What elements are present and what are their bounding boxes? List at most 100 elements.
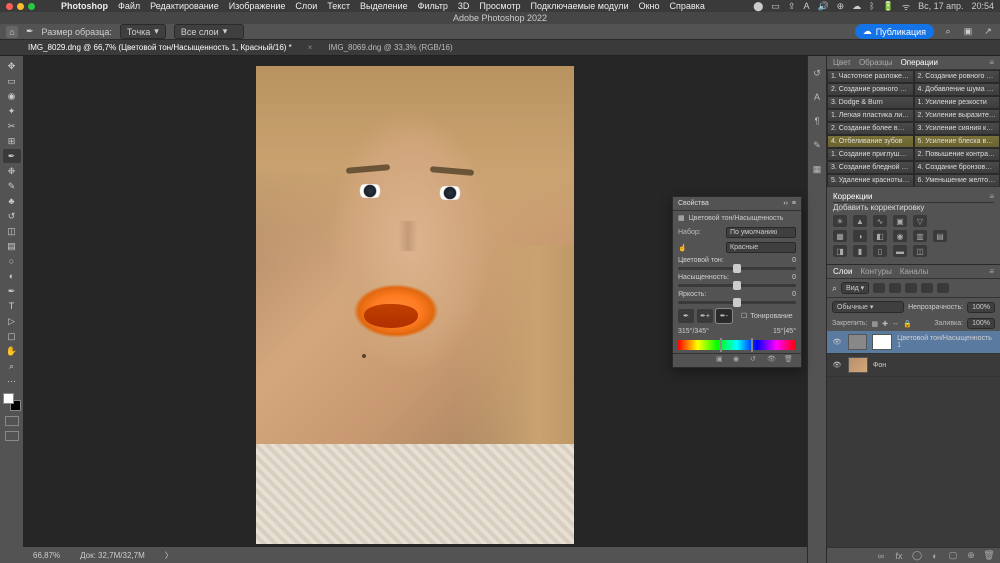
lock-pixels-icon[interactable]: ▦ (871, 320, 878, 328)
eyedropper-add-icon[interactable]: ✒+ (697, 309, 713, 323)
tab-channels[interactable]: Каналы (900, 267, 928, 276)
menu-filter[interactable]: Фильтр (418, 1, 448, 11)
finger-icon[interactable]: ☝ (678, 244, 722, 252)
adj-balance-icon[interactable]: ◑ (853, 230, 867, 242)
type-tool-icon[interactable]: T (3, 299, 21, 313)
sample-layers-select[interactable]: Все слои▾ (174, 24, 244, 39)
adj-invert-icon[interactable]: ◨ (833, 245, 847, 257)
hue-range-strip[interactable] (678, 340, 796, 350)
lock-artboard-icon[interactable]: ↔ (892, 320, 899, 327)
blend-mode-select[interactable]: Обычные ▾ (832, 301, 904, 313)
tray-icon[interactable]: ⇪ (788, 1, 796, 12)
adj-icon[interactable]: ◐ (929, 550, 941, 562)
tab-samples[interactable]: Образцы (859, 58, 893, 67)
tray-icon[interactable]: ☁ (852, 1, 861, 12)
share-panel-icon[interactable]: ↗ (982, 26, 994, 38)
group-icon[interactable]: ▢ (947, 550, 959, 562)
collapse-icon[interactable]: ›› (783, 200, 788, 207)
fx-icon[interactable]: fx (893, 550, 905, 562)
trash-icon[interactable]: 🗑 (784, 355, 796, 367)
tool-preset-icon[interactable]: ✒ (26, 26, 34, 37)
new-icon[interactable]: ⊕ (965, 550, 977, 562)
action-button[interactable]: 1. Легкая пластика лица (827, 109, 914, 122)
tab-color[interactable]: Цвет (833, 58, 851, 67)
menu-layers[interactable]: Слои (295, 1, 317, 11)
menu-plugins[interactable]: Подключаемые модули (531, 1, 629, 11)
tray-icon[interactable]: A (803, 1, 809, 11)
tab-actions[interactable]: Операции (901, 58, 938, 67)
hand-tool-icon[interactable]: ✋ (3, 344, 21, 358)
brush-tool-icon[interactable]: ✎ (3, 179, 21, 193)
time[interactable]: 20:54 (971, 1, 994, 11)
lock-position-icon[interactable]: ✚ (882, 320, 888, 328)
history-brush-icon[interactable]: ↺ (3, 209, 21, 223)
search-icon[interactable]: ⌕ (942, 26, 954, 38)
layer-row[interactable]: 👁Цветовой тон/Насыщенность 1 (827, 331, 1000, 354)
action-button[interactable]: 5. Усиление блеска волос (914, 135, 1000, 148)
tab-corrections[interactable]: Коррекции (833, 192, 872, 201)
opacity-field[interactable]: 100% (967, 302, 995, 313)
adj-exposure-icon[interactable]: ▣ (893, 215, 907, 227)
adj-vibrance-icon[interactable]: ▽ (913, 215, 927, 227)
crop-tool-icon[interactable]: ✂ (3, 119, 21, 133)
menu-image[interactable]: Изображение (229, 1, 286, 11)
action-button[interactable]: 4. Добавление шума на т… (914, 83, 1000, 96)
tray-icon[interactable]: ▭ (771, 1, 780, 12)
shape-tool-icon[interactable]: ▢ (3, 329, 21, 343)
brush-icon[interactable]: ✎ (810, 138, 824, 152)
action-button[interactable]: 2. Создание ровного отт… (827, 83, 914, 96)
tab-paths[interactable]: Контуры (860, 267, 891, 276)
adj-lookup-icon[interactable]: ▤ (933, 230, 947, 242)
action-button[interactable]: 3. Dodge & Burn (827, 96, 914, 109)
filter-smart-icon[interactable] (937, 283, 949, 293)
blur-tool-icon[interactable]: ○ (3, 254, 21, 268)
menu-file[interactable]: Файл (118, 1, 140, 11)
link-icon[interactable]: ∞ (875, 550, 887, 562)
action-button[interactable]: 2. Повышение контрастн… (914, 148, 1000, 161)
dodge-tool-icon[interactable]: ◐ (3, 269, 21, 283)
mask-icon[interactable]: ◯ (911, 550, 923, 562)
adj-photo-icon[interactable]: ◉ (893, 230, 907, 242)
traffic-lights[interactable] (6, 3, 35, 10)
menu-edit[interactable]: Редактирование (150, 1, 219, 11)
path-tool-icon[interactable]: ▷ (3, 314, 21, 328)
saturation-slider[interactable]: Насыщенность:0 (673, 272, 801, 289)
tray-icon[interactable]: 🔊 (817, 1, 828, 12)
menu-3d[interactable]: 3D (458, 1, 470, 11)
share-button[interactable]: ☁Публикация (855, 24, 934, 39)
action-button[interactable]: 4. Создание бронзового … (914, 161, 1000, 174)
history-icon[interactable]: ↺ (810, 66, 824, 80)
wifi-icon[interactable]: ᯤ (902, 0, 910, 13)
document-tab[interactable]: IMG_8069.dng @ 33,3% (RGB/16) (324, 41, 456, 54)
bluetooth-icon[interactable]: ᛒ (869, 1, 874, 11)
adj-curves-icon[interactable]: ∿ (873, 215, 887, 227)
move-tool-icon[interactable]: ✥ (3, 59, 21, 73)
action-button[interactable]: 3. Создание бледной кожи (827, 161, 914, 174)
set-select[interactable]: По умолчанию (726, 227, 796, 238)
adj-selective-icon[interactable]: ◫ (913, 245, 927, 257)
heal-tool-icon[interactable]: ❉ (3, 164, 21, 178)
styles-icon[interactable]: ▦ (810, 162, 824, 176)
action-button[interactable]: 2. Создание более выраз… (827, 122, 914, 135)
action-button[interactable]: 5. Удаление красноты ли… (827, 174, 914, 186)
eyedropper-icon[interactable]: ✒ (678, 309, 694, 323)
menu-help[interactable]: Справка (670, 1, 705, 11)
filter-shape-icon[interactable] (921, 283, 933, 293)
fill-field[interactable]: 100% (967, 318, 995, 329)
adj-brightness-icon[interactable]: ☀ (833, 215, 847, 227)
hue-slider[interactable]: Цветовой тон:0 (673, 255, 801, 272)
filter-pixel-icon[interactable] (873, 283, 885, 293)
zoom-level[interactable]: 66,87% (33, 551, 60, 560)
menu-view[interactable]: Просмотр (479, 1, 520, 11)
colorize-label[interactable]: Тонирование (750, 313, 792, 320)
clip-icon[interactable]: ▣ (716, 355, 728, 367)
more-icon[interactable]: ⋯ (3, 374, 21, 388)
adj-hue-icon[interactable]: ▦ (833, 230, 847, 242)
tray-icon[interactable]: ⊕ (837, 1, 845, 12)
panel-menu-icon[interactable]: ≡ (792, 200, 796, 207)
wand-tool-icon[interactable]: ✦ (3, 104, 21, 118)
layer-filter-select[interactable]: Вид ▾ (841, 282, 869, 294)
stamp-tool-icon[interactable]: ♣ (3, 194, 21, 208)
tray-icon[interactable]: ⬤ (753, 1, 763, 12)
action-button[interactable]: 1. Создание приглушенн… (827, 148, 914, 161)
